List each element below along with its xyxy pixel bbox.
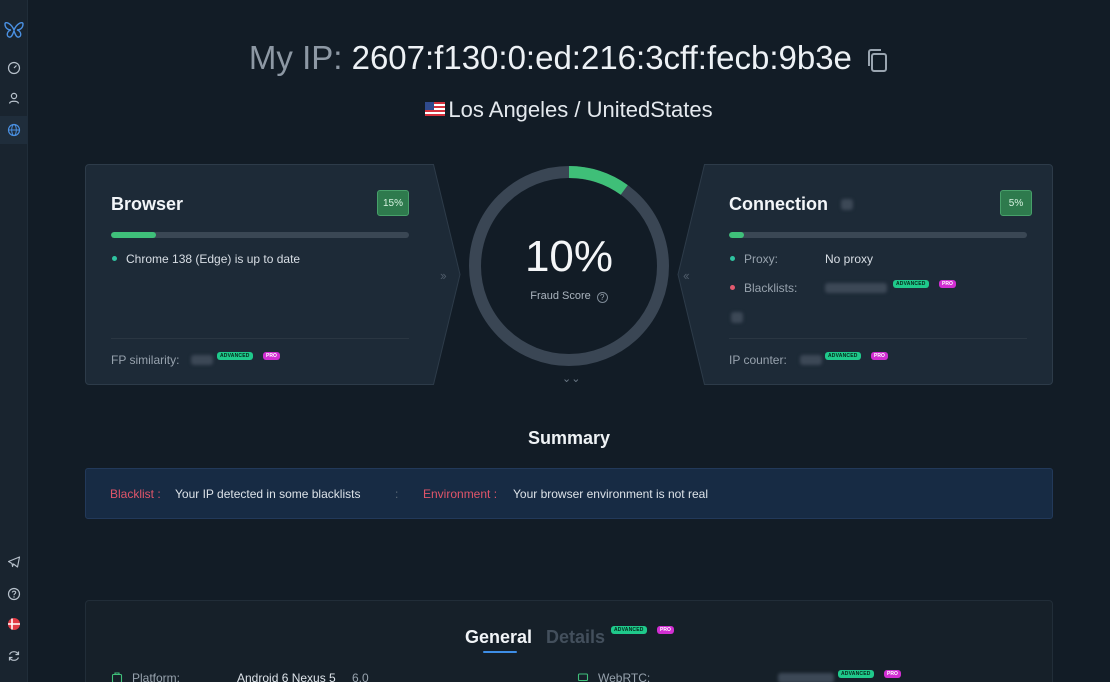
refresh-icon[interactable]: [0, 642, 28, 670]
proxy-value: No proxy: [825, 252, 874, 266]
location-text: Los Angeles / UnitedStates: [448, 97, 713, 122]
connection-card-title: Connection: [729, 194, 828, 214]
platform-label: Platform:: [132, 671, 181, 682]
browser-progress-fill: [111, 232, 156, 238]
help-icon[interactable]: [0, 580, 28, 608]
fraud-score-label: Fraud Score?: [467, 290, 671, 303]
connection-progress-fill: [729, 232, 744, 238]
browser-progress-bar: [111, 232, 409, 238]
summary-title: Summary: [527, 428, 611, 448]
browser-score-badge: 15%: [377, 190, 409, 216]
fp-similarity-value: [191, 355, 213, 365]
summary-blacklist-value: Your IP detected in some blacklists: [175, 487, 361, 501]
connection-score-badge: 5%: [1000, 190, 1032, 216]
tab-details[interactable]: Details: [546, 627, 605, 648]
card-divider: [729, 338, 1027, 339]
chevrons-down-icon[interactable]: ⌄⌄: [562, 372, 580, 385]
fraud-score-value: 10%: [524, 232, 614, 281]
ip-counter-value: [800, 355, 822, 365]
card-divider: [111, 338, 409, 339]
webrtc-label: WebRTC:: [598, 671, 651, 682]
summary-environment-value: Your browser environment is not real: [513, 487, 708, 501]
fp-similarity-label: FP similarity:: [111, 353, 180, 367]
tab-active-underline: [483, 651, 517, 653]
browser-status-text: Chrome 138 (Edge) is up to date: [126, 252, 301, 266]
chevrons-right-icon: ››: [440, 268, 447, 283]
advanced-tag[interactable]: ADVANCED: [825, 352, 861, 360]
copy-icon[interactable]: [865, 41, 889, 85]
status-dot: [112, 256, 117, 261]
ip-address: 2607:f130:0:ed:216:3cff:fecb:9b3e: [351, 39, 852, 76]
webrtc-icon: [577, 671, 589, 682]
pro-tag[interactable]: PRO: [884, 670, 901, 678]
browser-card-title: Browser: [111, 194, 184, 214]
us-flag-icon: [425, 94, 446, 116]
summary-blacklist-key: Blacklist :: [110, 487, 161, 501]
connection-flag-placeholder: [841, 199, 853, 210]
details-panel: General Details ADVANCED PRO Platform: A…: [85, 600, 1053, 682]
platform-value: Android 6 Nexus 5: [237, 671, 336, 682]
blacklists-label: Blacklists:: [744, 281, 798, 295]
pro-tag[interactable]: PRO: [939, 280, 956, 288]
advanced-tag[interactable]: ADVANCED: [838, 670, 874, 678]
browser-card: Browser 15% Chrome 138 (Edge) is up to d…: [85, 164, 461, 385]
fraud-score-label-text: Fraud Score: [530, 290, 591, 302]
pro-tag[interactable]: PRO: [657, 626, 674, 634]
ip-counter-label: IP counter:: [729, 353, 787, 367]
blacklist-flag-placeholder: [731, 312, 743, 323]
tab-general[interactable]: General: [465, 627, 532, 648]
summary-box: Blacklist : Your IP detected in some bla…: [85, 468, 1053, 519]
blacklists-value: [825, 283, 887, 293]
location-line: Los Angeles / UnitedStates: [0, 94, 1110, 125]
info-icon[interactable]: ?: [596, 292, 608, 303]
chevrons-left-icon: ‹‹: [683, 268, 690, 283]
ip-label: My IP:: [248, 39, 343, 76]
telegram-icon[interactable]: [0, 548, 28, 576]
proxy-status-dot: [730, 256, 735, 261]
gauge-arc: [568, 166, 628, 195]
connection-card: Connection 5% Proxy: No proxy Blacklists…: [677, 164, 1053, 385]
summary-separator: :: [395, 487, 399, 501]
advanced-tag[interactable]: ADVANCED: [893, 280, 929, 288]
advanced-tag[interactable]: ADVANCED: [217, 352, 253, 360]
platform-version: 6.0: [352, 671, 369, 682]
language-flag-icon[interactable]: [0, 610, 28, 638]
summary-environment-key: Environment :: [423, 487, 498, 501]
proxy-label: Proxy:: [744, 252, 779, 266]
advanced-tag[interactable]: ADVANCED: [611, 626, 647, 634]
platform-icon: [111, 671, 123, 682]
webrtc-value: [778, 673, 834, 682]
connection-progress-bar: [729, 232, 1027, 238]
pro-tag[interactable]: PRO: [263, 352, 280, 360]
my-ip-heading: My IP: 2607:f130:0:ed:216:3cff:fecb:9b3e: [0, 36, 1110, 85]
blacklists-status-dot: [730, 285, 735, 290]
pro-tag[interactable]: PRO: [871, 352, 888, 360]
